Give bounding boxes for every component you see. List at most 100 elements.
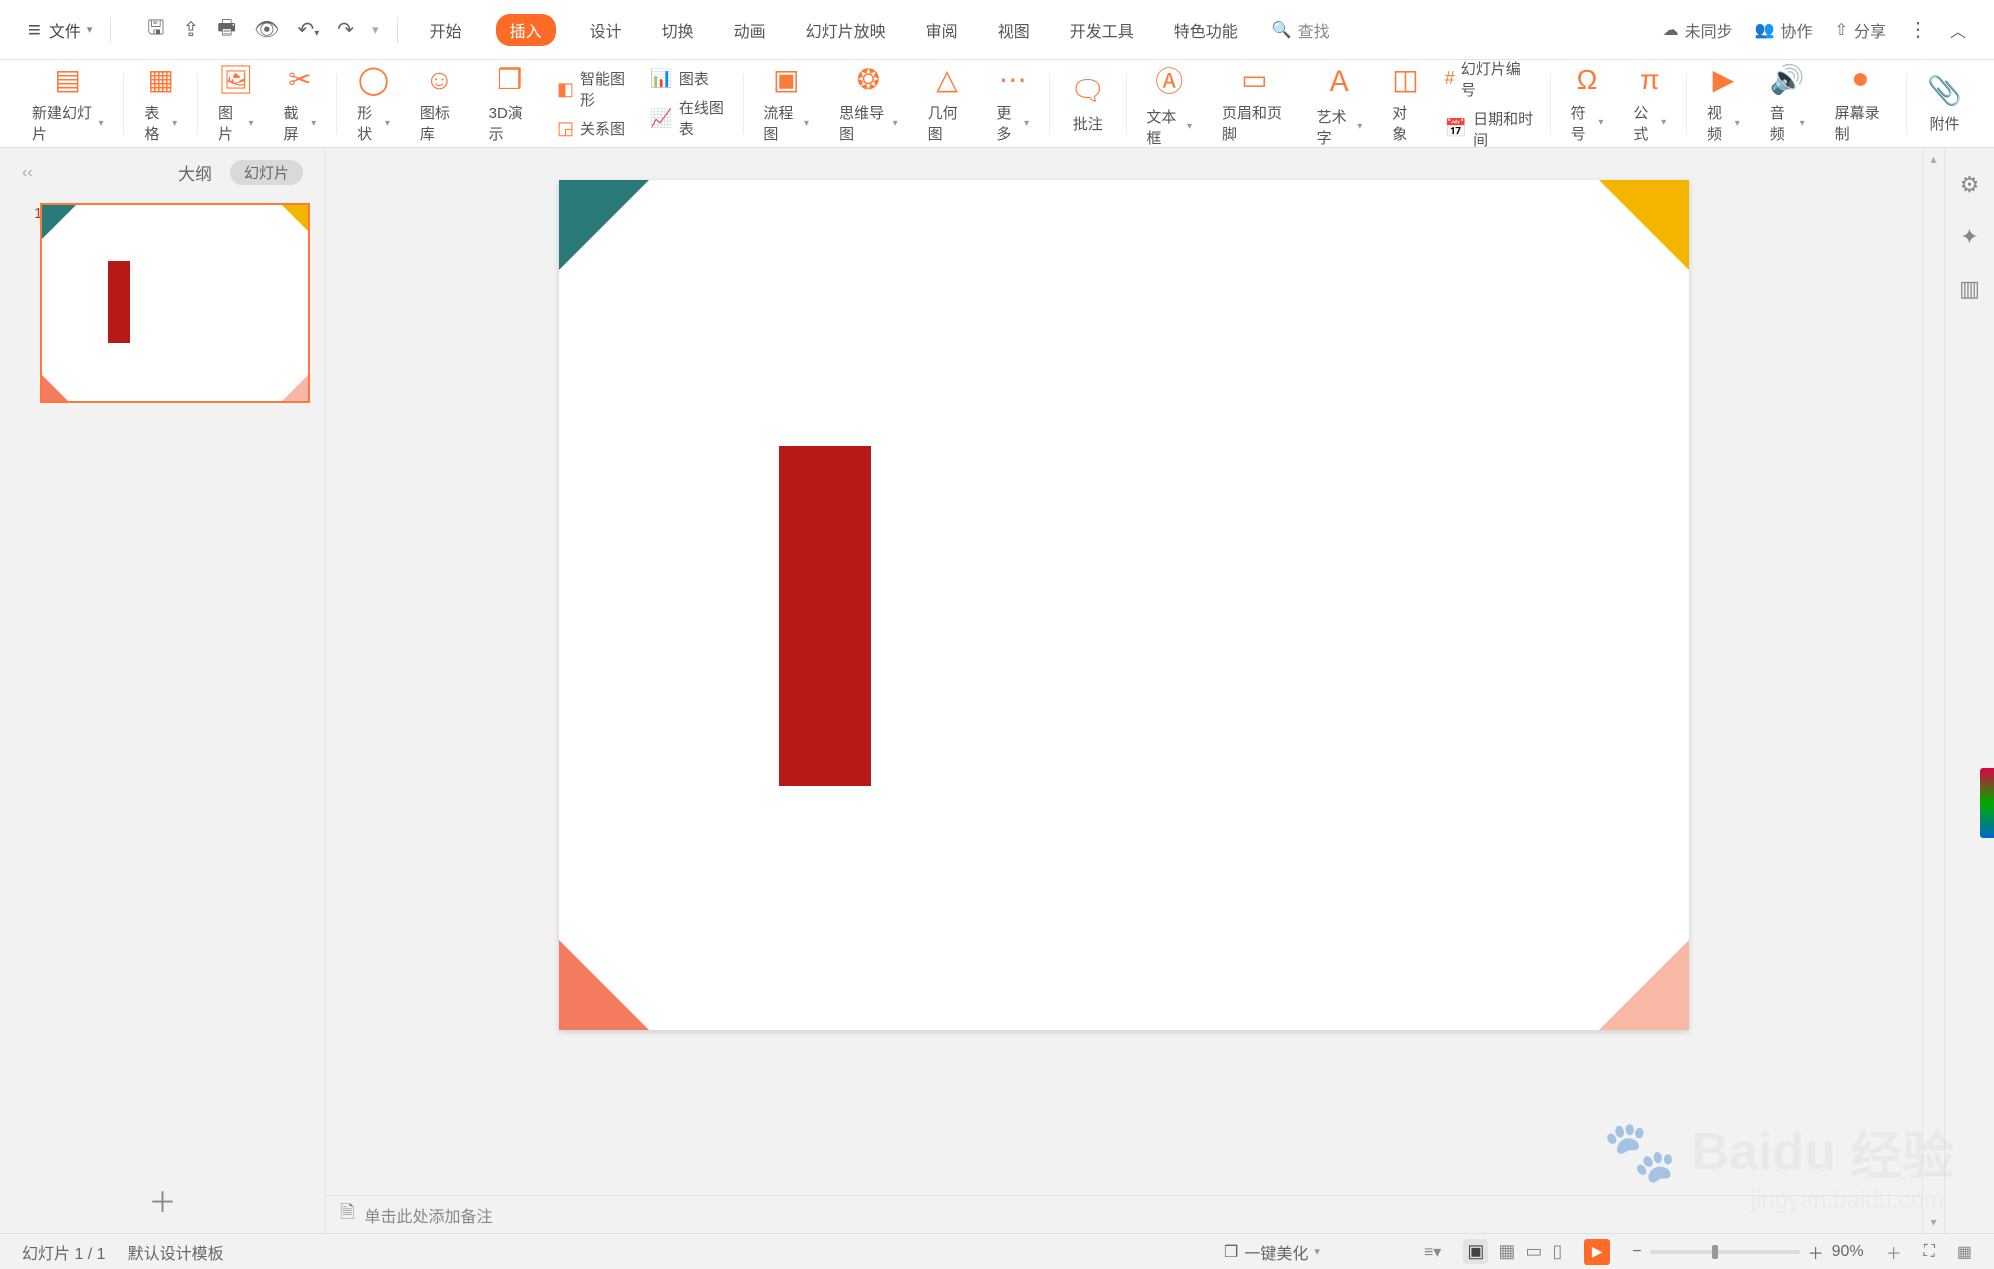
canvas-area: 🗎 单击此处添加备注 — [326, 148, 1922, 1233]
tab-design[interactable]: 设计 — [584, 14, 628, 46]
hamburger-icon[interactable]: ≡ — [28, 17, 41, 43]
onlinechart-button[interactable]: 📈在线图表 — [650, 97, 726, 139]
redo-icon[interactable]: ↷ — [337, 17, 354, 42]
tab-featured[interactable]: 特色功能 — [1168, 14, 1244, 46]
separator — [1049, 74, 1050, 134]
sorter-view-icon[interactable]: ▦ — [1498, 1241, 1515, 1262]
headerfooter-button[interactable]: ▭页眉和页脚 — [1212, 63, 1297, 144]
notes-icon: 🗎 — [340, 1200, 354, 1230]
wordart-icon: Ａ — [1325, 60, 1353, 100]
smartart-icon: ◧ — [557, 79, 574, 100]
textbox-button[interactable]: Ⓐ文本框▾ — [1136, 60, 1202, 148]
symbol-button[interactable]: Ω符号▾ — [1561, 64, 1614, 144]
share-button[interactable]: ⇧分享 — [1835, 18, 1886, 42]
geometry-button[interactable]: △几何图 — [918, 63, 977, 144]
vertical-scrollbar[interactable]: ▴ ▾ — [1922, 148, 1944, 1233]
notes-bar[interactable]: 🗎 单击此处添加备注 — [326, 1195, 1922, 1233]
zoom-out-icon[interactable]: − — [1632, 1243, 1641, 1261]
video-button[interactable]: ▶视频▾ — [1697, 63, 1750, 144]
iconlib-label: 图标库 — [420, 102, 459, 144]
picture-button[interactable]: 🖼图片▾ — [208, 63, 264, 144]
tab-slideshow[interactable]: 幻灯片放映 — [800, 14, 892, 46]
red-rectangle-shape[interactable] — [779, 446, 871, 786]
chart-button[interactable]: 📊图表 — [650, 68, 726, 89]
menu-bar: ≡ 文件 ▾ 🖫 ⇪ 🖶 👁 ↶▾ ↷ ▾ 开始 插入 设计 切换 动画 幻灯片… — [0, 0, 1994, 60]
table-button[interactable]: ▦表格▾ — [134, 63, 187, 144]
zoom-more-icon[interactable]: ＋ — [1886, 1240, 1902, 1264]
tab-devtools[interactable]: 开发工具 — [1064, 14, 1140, 46]
more-button[interactable]: ⋯更多▾ — [986, 63, 1039, 144]
rail-template-icon[interactable]: ▥ — [1959, 276, 1980, 302]
screenrec-icon: ⏺ — [1853, 63, 1867, 96]
corner-tr-icon — [282, 205, 308, 231]
export-icon[interactable]: ⇪ — [182, 17, 199, 42]
qat-more-icon[interactable]: ▾ — [372, 22, 379, 38]
rail-magic-icon[interactable]: ✦ — [1960, 224, 1978, 250]
undo-icon[interactable]: ↶▾ — [297, 17, 319, 42]
outline-tab[interactable]: 大纲 — [178, 160, 212, 185]
iconlib-icon: ☺ — [425, 64, 454, 96]
tab-transition[interactable]: 切换 — [656, 14, 700, 46]
sync-status[interactable]: ☁未同步 — [1663, 18, 1733, 42]
zoom-in-icon[interactable]: ＋ — [1808, 1240, 1824, 1264]
more-icon[interactable]: ⋮ — [1908, 17, 1928, 42]
relation-button[interactable]: ◲关系图 — [557, 118, 628, 139]
grid-view-icon[interactable]: ▦ — [1957, 1242, 1972, 1262]
shape-button[interactable]: ◯形状▾ — [347, 63, 400, 144]
beautify-button[interactable]: ❒一键美化▾ — [1224, 1240, 1320, 1264]
save-icon[interactable]: 🖫 — [147, 13, 164, 47]
tab-view[interactable]: 视图 — [992, 14, 1036, 46]
audio-button[interactable]: 🔊音频▾ — [1760, 63, 1815, 144]
smartart-button[interactable]: ◧智能图形 — [557, 68, 628, 110]
chevron-down-icon: ▾ — [1314, 1245, 1320, 1258]
search-box[interactable]: 🔍 查找 — [1272, 18, 1330, 42]
reading-view-icon[interactable]: ▭ — [1525, 1241, 1542, 1262]
color-tab-icon[interactable] — [1980, 768, 1994, 838]
comment-button[interactable]: 🗨批注 — [1060, 74, 1116, 134]
zoom-knob[interactable] — [1712, 1245, 1718, 1259]
object-button[interactable]: ◫对象 — [1382, 63, 1428, 144]
chevron-down-icon: ▾ — [98, 118, 103, 129]
play-button[interactable]: ▶ — [1584, 1239, 1610, 1265]
flowchart-button[interactable]: ▣流程图▾ — [753, 63, 819, 144]
slide-canvas[interactable] — [559, 180, 1689, 1030]
tab-insert[interactable]: 插入 — [496, 14, 556, 46]
file-menu[interactable]: 文件 ▾ — [49, 18, 93, 42]
rail-settings-icon[interactable]: ⚙ — [1960, 172, 1980, 198]
normal-view-icon[interactable]: ▣ — [1463, 1239, 1488, 1264]
attachment-button[interactable]: 📎附件 — [1917, 74, 1972, 134]
slide-thumbnail-1[interactable] — [40, 203, 310, 403]
collapse-panel-icon[interactable]: ‹‹ — [22, 164, 33, 182]
3d-button[interactable]: ❒3D演示 — [479, 63, 541, 144]
screenshot-label: 截屏 — [284, 102, 309, 144]
zoom-slider[interactable] — [1650, 1250, 1800, 1254]
new-slide-button[interactable]: ▤新建幻灯片▾ — [22, 63, 113, 144]
attachment-icon: 📎 — [1927, 74, 1962, 107]
collab-button[interactable]: 👥协作 — [1755, 18, 1813, 42]
screenrec-button[interactable]: ⏺屏幕录制 — [1825, 63, 1897, 144]
iconlib-button[interactable]: ☺ 图标库 — [410, 64, 469, 144]
onlinechart-icon: 📈 — [650, 108, 672, 129]
datetime-button[interactable]: 📅日期和时间 — [1445, 108, 1534, 150]
slidenum-button[interactable]: #幻灯片编号 — [1445, 58, 1534, 100]
scroll-up-icon[interactable]: ▴ — [1923, 152, 1944, 166]
collapse-ribbon-icon[interactable]: ︿ — [1950, 18, 1966, 42]
datetime-icon: 📅 — [1445, 118, 1467, 139]
print-preview-icon[interactable]: 👁 — [254, 17, 279, 42]
zoom-value[interactable]: 90% — [1832, 1243, 1864, 1261]
screenshot-button[interactable]: ✂截屏▾ — [274, 63, 327, 144]
relation-label: 关系图 — [580, 118, 625, 139]
print-icon[interactable]: 🖶 — [217, 13, 236, 47]
fit-screen-icon[interactable]: ⛶ — [1924, 1243, 1935, 1261]
mindmap-button[interactable]: ❂思维导图▾ — [829, 63, 908, 144]
tab-start[interactable]: 开始 — [424, 14, 468, 46]
slides-tab[interactable]: 幻灯片 — [230, 160, 303, 185]
wordart-button[interactable]: Ａ艺术字▾ — [1307, 60, 1373, 148]
equation-button[interactable]: π公式▾ — [1623, 64, 1676, 144]
tab-animation[interactable]: 动画 — [728, 14, 772, 46]
notes-toggle-icon[interactable]: ≡▾ — [1424, 1242, 1441, 1262]
add-slide-button[interactable]: ＋ — [0, 1169, 325, 1233]
slideshow-view-icon[interactable]: ▯ — [1552, 1241, 1562, 1262]
scroll-down-icon[interactable]: ▾ — [1923, 1215, 1944, 1229]
tab-review[interactable]: 审阅 — [920, 14, 964, 46]
